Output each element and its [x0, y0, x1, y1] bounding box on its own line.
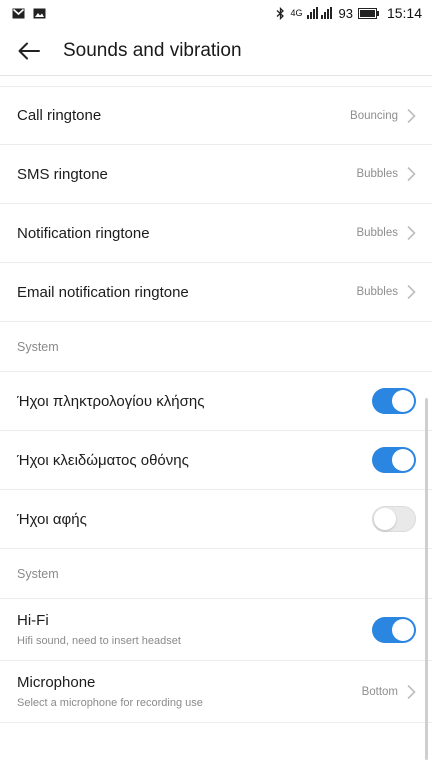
toggle-knob: [392, 618, 414, 641]
chevron-right-icon: [407, 284, 416, 300]
toggle-knob: [392, 449, 414, 471]
dialpad-sounds-row: Ήχοι πληκτρολογίου κλήσης: [0, 372, 432, 431]
status-left: [12, 8, 46, 19]
hifi-row: Hi-Fi Hifi sound, need to insert headset: [0, 599, 432, 661]
row-right: Bubbles: [356, 225, 416, 241]
dialpad-sounds-toggle[interactable]: [372, 388, 416, 414]
touch-sounds-row: Ήχοι αφής: [0, 490, 432, 549]
row-value: Bottom: [361, 685, 398, 698]
screen-lock-sounds-row: Ήχοι κλειδώματος οθόνης: [0, 431, 432, 490]
notification-ringtone-row[interactable]: Notification ringtone Bubbles: [0, 204, 432, 263]
row-label: Notification ringtone: [17, 224, 150, 242]
section-header-system: System: [0, 322, 432, 372]
row-label: Microphone: [17, 674, 96, 691]
chevron-right-icon: [407, 166, 416, 182]
status-right: 4G 93 15:14: [276, 5, 422, 21]
call-ringtone-row[interactable]: Call ringtone Bouncing: [0, 86, 432, 145]
battery-icon: [357, 7, 379, 19]
row-sub: Select a microphone for recording use: [17, 697, 203, 709]
row-right: Bottom: [362, 684, 416, 700]
row-label: Ήχοι κλειδώματος οθόνης: [17, 451, 189, 469]
bluetooth-icon: [277, 6, 285, 20]
row-value: Bouncing: [350, 109, 398, 122]
row-value: Bubbles: [356, 286, 398, 298]
status-bar: 4G 93 15:14: [0, 0, 432, 26]
touch-sounds-toggle[interactable]: [372, 506, 416, 532]
row-text: Microphone Select a microphone for recor…: [17, 674, 203, 709]
row-value: Bubbles: [356, 168, 398, 180]
row-right: Bouncing: [350, 108, 416, 124]
app-bar: Sounds and vibration: [0, 26, 432, 76]
row-label: Ήχοι αφής: [17, 510, 87, 528]
back-button[interactable]: [4, 26, 54, 76]
battery-percent: 93: [338, 5, 353, 21]
screen-lock-sounds-toggle[interactable]: [372, 447, 416, 473]
chevron-right-icon: [407, 225, 416, 241]
chevron-right-icon: [407, 684, 416, 699]
row-label: Email notification ringtone: [17, 283, 189, 301]
clock: 15:14: [386, 5, 422, 21]
row-right: Bubbles: [356, 166, 416, 182]
row-value: Bubbles: [356, 227, 398, 239]
page-title: Sounds and vibration: [63, 39, 242, 61]
row-text: Hi-Fi Hifi sound, need to insert headset: [17, 612, 181, 647]
signal-icon: [307, 7, 333, 19]
row-right: Bubbles: [356, 284, 416, 300]
sms-ringtone-row[interactable]: SMS ringtone Bubbles: [0, 145, 432, 204]
row-label: Ήχοι πληκτρολογίου κλήσης: [17, 392, 205, 410]
toggle-knob: [392, 390, 414, 412]
section-header-system-audio: System: [0, 549, 432, 599]
microphone-row[interactable]: Microphone Select a microphone for recor…: [0, 661, 432, 723]
image-icon: [33, 8, 46, 18]
toggle-knob: [374, 508, 396, 530]
network-type: 4G: [290, 8, 303, 18]
hifi-toggle[interactable]: [372, 616, 416, 643]
row-label: SMS ringtone: [17, 165, 108, 183]
settings-list: Call ringtone Bouncing SMS ringtone Bubb…: [0, 86, 432, 723]
chevron-right-icon: [407, 108, 416, 123]
gmail-icon: [12, 8, 25, 18]
back-arrow-icon: [18, 42, 40, 59]
scrollbar[interactable]: [425, 398, 428, 760]
row-label: Hi-Fi: [17, 612, 49, 629]
row-label: Call ringtone: [17, 107, 102, 124]
row-sub: Hifi sound, need to insert headset: [17, 635, 181, 647]
email-notification-ringtone-row[interactable]: Email notification ringtone Bubbles: [0, 263, 432, 322]
